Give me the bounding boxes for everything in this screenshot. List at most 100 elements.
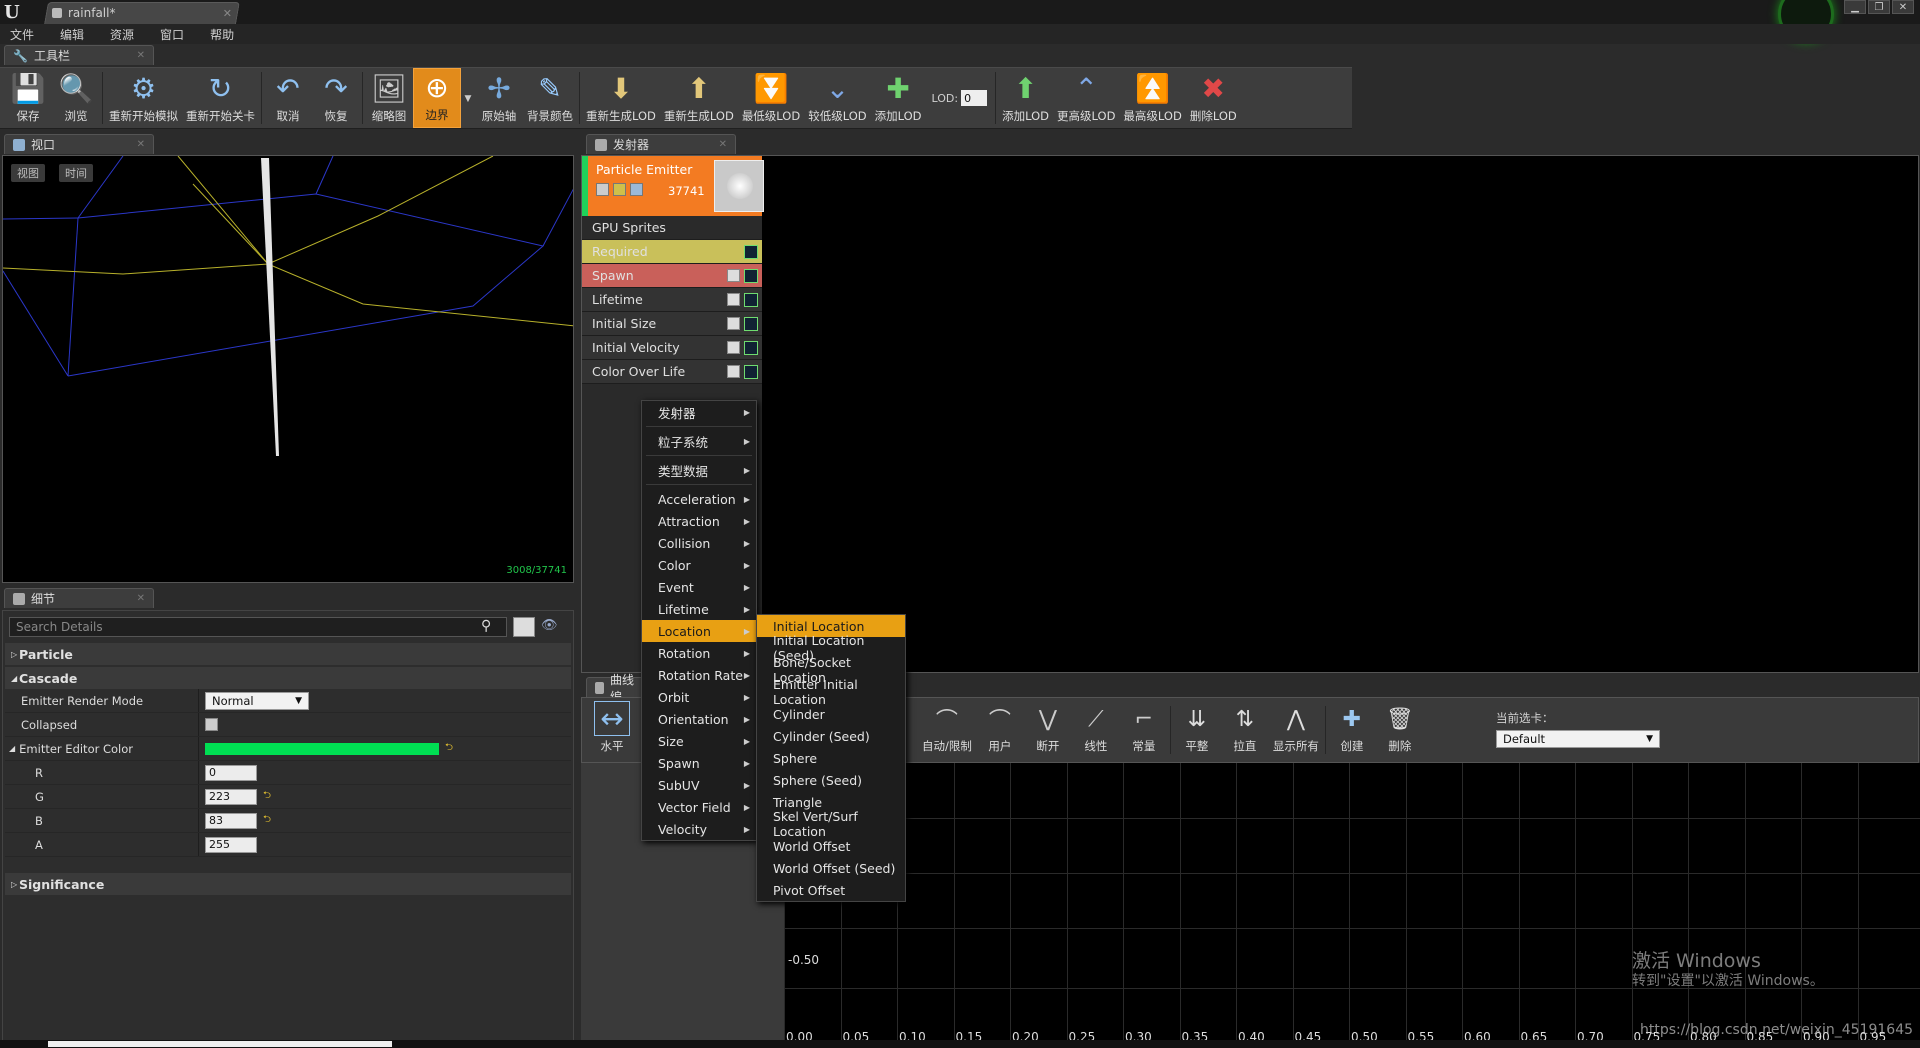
reset-to-default-icon[interactable]: ⮌	[445, 740, 453, 757]
higher-lod-button[interactable]: ⌃ 更高级LOD	[1053, 68, 1119, 128]
module-required[interactable]: Required	[582, 240, 762, 264]
reset-to-default-icon[interactable]: ⮌	[263, 812, 271, 829]
graph-icon[interactable]	[744, 268, 758, 283]
module-spawn[interactable]: Spawn	[582, 264, 762, 288]
auto-clamped-button[interactable]: ⌒ 自动/限制	[918, 702, 976, 758]
lod-selector[interactable]: LOD: 0	[926, 90, 994, 106]
flatten-button[interactable]: ⇊ 平整	[1173, 702, 1221, 758]
highest-lod-button[interactable]: ⏫ 最高级LOD	[1119, 68, 1185, 128]
menu-item-event[interactable]: Event ▶	[642, 576, 756, 598]
menu-help[interactable]: 帮助	[210, 26, 234, 43]
category-cascade[interactable]: ◢ Cascade	[5, 667, 571, 689]
background-color-button[interactable]: ✎ 背景颜色	[523, 68, 577, 128]
add-lod-button-2[interactable]: ⬆ 添加LOD	[998, 68, 1053, 128]
menu-item-lifetime[interactable]: Lifetime ▶	[642, 598, 756, 620]
minimize-button[interactable]: ▁	[1844, 0, 1866, 14]
submenu-item-sphere-seed[interactable]: Sphere (Seed)	[757, 769, 905, 791]
menu-item-rotation-rate[interactable]: Rotation Rate ▶	[642, 664, 756, 686]
delete-button[interactable]: 🗑 删除	[1376, 702, 1424, 758]
submenu-item-world-offset[interactable]: World Offset	[757, 835, 905, 857]
menu-item-subuv[interactable]: SubUV ▶	[642, 774, 756, 796]
restart-level-button[interactable]: ↻ 重新开始关卡	[182, 68, 259, 128]
search-details-input[interactable]: Search Details	[9, 617, 507, 637]
menu-item-acceleration[interactable]: Acceleration ▶	[642, 488, 756, 510]
menu-item-orientation[interactable]: Orientation ▶	[642, 708, 756, 730]
regen-lod-button[interactable]: ⬇ 重新生成LOD	[582, 68, 660, 128]
emitters-panel[interactable]	[581, 155, 1919, 673]
submenu-item-cylinder[interactable]: Cylinder	[757, 703, 905, 725]
time-button[interactable]: 时间	[59, 164, 93, 182]
editor-color-swatch[interactable]	[205, 742, 439, 755]
show-all-button[interactable]: ⋀ 显示所有	[1269, 702, 1323, 758]
viewport[interactable]: 视图 时间 3008/37741	[2, 155, 574, 583]
graph-icon[interactable]	[744, 316, 758, 331]
redo-button[interactable]: ↷ 恢复	[312, 68, 360, 128]
graph-icon[interactable]	[744, 292, 758, 307]
enable-checkbox[interactable]	[727, 316, 740, 330]
category-significance[interactable]: ▷ Significance	[5, 873, 571, 895]
graph-icon[interactable]	[744, 244, 758, 259]
lower-lod-button[interactable]: ⌄ 较低级LOD	[804, 68, 870, 128]
menu-item-velocity[interactable]: Velocity ▶	[642, 818, 756, 840]
menu-item-particle-system[interactable]: 粒子系统 ▶	[642, 430, 756, 452]
thumbnail-button[interactable]: 🖼 缩略图	[365, 68, 413, 128]
close-window-button[interactable]: ✕	[1892, 0, 1914, 14]
bounds-dropdown-button[interactable]: ▼	[461, 68, 475, 128]
close-icon[interactable]: ✕	[137, 593, 145, 604]
close-icon[interactable]: ✕	[719, 139, 727, 150]
lod-value-field[interactable]: 0	[961, 90, 988, 106]
straighten-button[interactable]: ⇅ 拉直	[1221, 702, 1269, 758]
menu-item-attraction[interactable]: Attraction ▶	[642, 510, 756, 532]
menu-item-type-data[interactable]: 类型数据 ▶	[642, 459, 756, 481]
create-button[interactable]: ✚ 创建	[1328, 702, 1376, 758]
restart-simulation-button[interactable]: ⚙ 重新开始模拟	[105, 68, 182, 128]
submenu-item-pivot-offset[interactable]: Pivot Offset	[757, 879, 905, 901]
undo-button[interactable]: ↶ 取消	[264, 68, 312, 128]
emitter-enable-checkbox[interactable]	[596, 183, 609, 196]
close-icon[interactable]: ✕	[137, 139, 145, 150]
menu-item-rotation[interactable]: Rotation ▶	[642, 642, 756, 664]
emitter-type-data[interactable]: GPU Sprites	[582, 216, 762, 240]
graph-icon[interactable]	[744, 364, 758, 379]
origin-axis-button[interactable]: ✢ 原始轴	[475, 68, 523, 128]
constant-button[interactable]: ⌐ 常量	[1120, 702, 1168, 758]
submenu-item-cylinder-seed[interactable]: Cylinder (Seed)	[757, 725, 905, 747]
delete-lod-button[interactable]: ✖ 删除LOD	[1186, 68, 1241, 128]
module-lifetime[interactable]: Lifetime	[582, 288, 762, 312]
regen-lod-button-2[interactable]: ⬆ 重新生成LOD	[660, 68, 738, 128]
r-value-field[interactable]: 0	[205, 764, 257, 781]
category-particle[interactable]: ▷ Particle	[5, 643, 571, 665]
user-button[interactable]: ⌒ 用户	[976, 702, 1024, 758]
browse-button[interactable]: 🔍 浏览	[52, 68, 100, 128]
module-initial-velocity[interactable]: Initial Velocity	[582, 336, 762, 360]
menu-item-collision[interactable]: Collision ▶	[642, 532, 756, 554]
menu-window[interactable]: 窗口	[160, 26, 184, 43]
scrollbar[interactable]	[48, 1041, 392, 1047]
lowest-lod-button[interactable]: ⏬ 最低级LOD	[738, 68, 804, 128]
menu-item-vector-field[interactable]: Vector Field ▶	[642, 796, 756, 818]
document-tab[interactable]: rainfall* ✕	[52, 4, 232, 22]
g-value-field[interactable]: 223	[205, 788, 257, 805]
enable-checkbox[interactable]	[727, 292, 740, 306]
submenu-item-sphere[interactable]: Sphere	[757, 747, 905, 769]
enable-checkbox[interactable]	[727, 340, 740, 354]
graph-icon[interactable]	[744, 340, 758, 355]
enable-checkbox[interactable]	[727, 364, 740, 378]
menu-item-size[interactable]: Size ▶	[642, 730, 756, 752]
close-icon[interactable]: ✕	[137, 50, 145, 61]
render-mode-dropdown[interactable]: Normal ▼	[205, 691, 309, 710]
b-value-field[interactable]: 83	[205, 812, 257, 829]
close-icon[interactable]: ✕	[223, 7, 232, 20]
details-tab[interactable]: 细节 ✕	[4, 588, 154, 608]
collapsed-checkbox[interactable]	[205, 718, 218, 731]
curve-editor-tab[interactable]: 曲线编	[586, 673, 646, 704]
view-options-icon[interactable]	[513, 617, 535, 637]
viewport-tab[interactable]: 视口 ✕	[4, 134, 154, 154]
current-tab-dropdown[interactable]: Default ▼	[1496, 730, 1660, 748]
toolbar-tab[interactable]: 🔧 工具栏 ✕	[4, 45, 154, 65]
maximize-button[interactable]: ❐	[1868, 0, 1890, 14]
submenu-item-skel-vert-surf-location[interactable]: Skel Vert/Surf Location	[757, 809, 905, 839]
emitters-tab[interactable]: 发射器 ✕	[586, 134, 736, 154]
menu-edit[interactable]: 编辑	[60, 26, 84, 43]
bounds-button[interactable]: ⊕ 边界	[413, 68, 461, 128]
